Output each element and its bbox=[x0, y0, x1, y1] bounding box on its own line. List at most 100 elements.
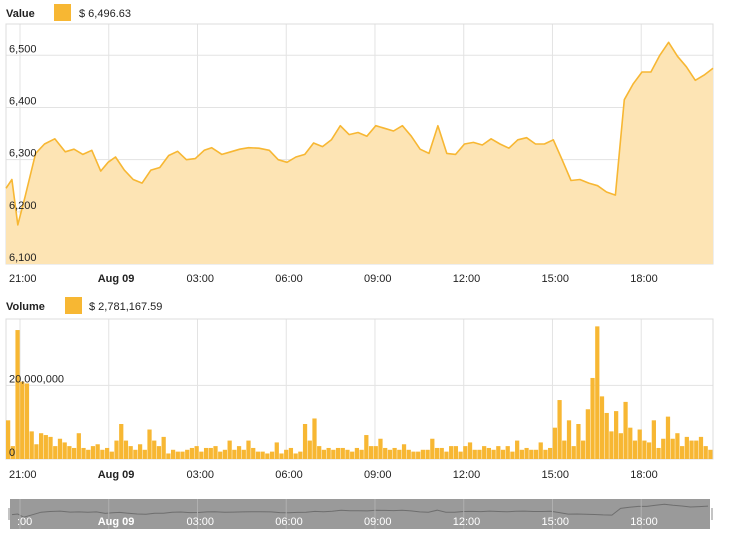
navigator-x-tick-label: 03:00 bbox=[186, 516, 214, 528]
volume-bar bbox=[20, 381, 25, 459]
volume-bar bbox=[241, 449, 246, 459]
volume-bar bbox=[156, 446, 162, 459]
volume-bar bbox=[387, 449, 393, 459]
volume-bar bbox=[86, 449, 91, 459]
volume-bar bbox=[670, 438, 675, 459]
volume-bar bbox=[170, 449, 176, 459]
range-navigator[interactable]: :00 Aug 09 03:00 06:00 09:00 12:00 15:00 18:00 bbox=[0, 499, 726, 529]
value-x-tick-label: 21:00 bbox=[9, 273, 37, 285]
volume-legend: Volume $ 2,781,167.59 bbox=[6, 297, 162, 314]
volume-bar bbox=[218, 451, 223, 459]
navigator-right-handle[interactable] bbox=[710, 499, 726, 529]
volume-bar bbox=[185, 449, 190, 459]
price-volume-chart: Value $ 6,496.63 6,100 6,200 6,300 6,400 6,5… bbox=[0, 4, 726, 529]
volume-bar bbox=[302, 424, 308, 459]
volume-x-tick-label: 18:00 bbox=[630, 469, 658, 481]
volume-bar bbox=[354, 447, 360, 459]
volume-bar bbox=[114, 440, 119, 459]
value-x-tick-label: 18:00 bbox=[630, 273, 658, 285]
volume-bar bbox=[524, 447, 529, 459]
navigator-x-tick-label: 18:00 bbox=[630, 516, 658, 528]
volume-bar bbox=[665, 416, 671, 459]
volume-bar bbox=[562, 440, 567, 459]
volume-bar bbox=[152, 440, 157, 459]
navigator-left-handle[interactable] bbox=[0, 499, 10, 529]
volume-bar bbox=[203, 447, 209, 459]
volume-legend-swatch bbox=[65, 297, 82, 314]
volume-bar bbox=[123, 440, 129, 459]
volume-bar bbox=[529, 449, 534, 459]
volume-bar bbox=[293, 453, 298, 459]
value-y-tick-label: 6,300 bbox=[9, 148, 37, 160]
volume-bar bbox=[585, 409, 590, 459]
volume-bar bbox=[81, 447, 86, 459]
volume-bar bbox=[236, 446, 242, 459]
value-legend-swatch bbox=[54, 4, 71, 21]
volume-bar bbox=[680, 446, 685, 459]
volume-bar bbox=[538, 442, 543, 459]
volume-bar bbox=[269, 451, 275, 459]
volume-bar bbox=[581, 440, 586, 459]
volume-bar bbox=[708, 449, 713, 459]
value-x-tick-label: 03:00 bbox=[186, 273, 214, 285]
volume-bars bbox=[6, 326, 713, 459]
volume-bar bbox=[444, 451, 449, 459]
volume-bar bbox=[133, 449, 138, 459]
navigator-x-tick-label: 15:00 bbox=[541, 516, 569, 528]
volume-bar bbox=[689, 440, 694, 459]
volume-bar bbox=[416, 451, 421, 459]
volume-bar bbox=[482, 446, 487, 459]
volume-bar bbox=[599, 396, 605, 459]
value-area bbox=[6, 42, 713, 264]
volume-bar bbox=[288, 447, 294, 459]
volume-bar bbox=[189, 447, 195, 459]
volume-bar bbox=[467, 442, 473, 459]
value-x-axis: 21:00 Aug 09 03:00 06:00 09:00 12:00 15:00 18:0… bbox=[9, 273, 658, 285]
volume-bar bbox=[57, 438, 63, 459]
volume-bar bbox=[43, 435, 48, 459]
volume-bar bbox=[694, 440, 699, 459]
volume-plot: 0 20,000,000 21:00 Aug 09 03:00 06:00 09:00 12… bbox=[5, 318, 714, 481]
volume-bar bbox=[505, 446, 510, 459]
volume-bar bbox=[251, 447, 256, 459]
volume-bar bbox=[208, 447, 213, 459]
volume-bar bbox=[661, 438, 666, 459]
volume-bar bbox=[246, 440, 251, 459]
value-y-tick-label: 6,100 bbox=[9, 252, 37, 264]
value-x-tick-label: 15:00 bbox=[541, 273, 569, 285]
volume-bar bbox=[449, 446, 454, 459]
volume-x-tick-label: Aug 09 bbox=[98, 469, 135, 481]
volume-x-tick-label: 12:00 bbox=[453, 469, 481, 481]
navigator-x-tick-label: 09:00 bbox=[364, 516, 392, 528]
value-plot: 6,100 6,200 6,300 6,400 6,500 21:00 Aug 09 03:… bbox=[5, 23, 714, 285]
volume-bar bbox=[76, 433, 81, 459]
volume-bar bbox=[548, 447, 553, 459]
navigator-x-tick-label: 12:00 bbox=[453, 516, 481, 528]
volume-bar bbox=[614, 411, 619, 459]
volume-bar bbox=[458, 451, 463, 459]
volume-bar bbox=[213, 446, 218, 459]
volume-bar bbox=[496, 446, 501, 459]
volume-bar bbox=[491, 449, 496, 459]
volume-bar bbox=[383, 447, 388, 459]
volume-bar bbox=[350, 451, 355, 459]
volume-bar bbox=[632, 440, 638, 459]
value-y-tick-label: 6,500 bbox=[9, 43, 37, 55]
volume-bar bbox=[628, 427, 633, 459]
volume-bar bbox=[180, 451, 185, 459]
volume-legend-value: $ 2,781,167.59 bbox=[89, 301, 162, 313]
volume-bar bbox=[265, 453, 270, 459]
volume-bar bbox=[194, 446, 199, 459]
volume-x-tick-label: 09:00 bbox=[364, 469, 392, 481]
volume-bar bbox=[434, 447, 440, 459]
navigator-x-tick-label: :00 bbox=[17, 516, 32, 528]
volume-bar bbox=[576, 424, 581, 459]
volume-bar bbox=[453, 446, 459, 459]
volume-x-tick-label: 15:00 bbox=[541, 469, 569, 481]
volume-bar bbox=[656, 447, 661, 459]
volume-legend-label: Volume bbox=[6, 301, 45, 313]
volume-x-tick-label: 21:00 bbox=[9, 469, 37, 481]
volume-bar bbox=[411, 451, 416, 459]
value-legend-value: $ 6,496.63 bbox=[79, 8, 131, 20]
volume-bar bbox=[321, 449, 327, 459]
